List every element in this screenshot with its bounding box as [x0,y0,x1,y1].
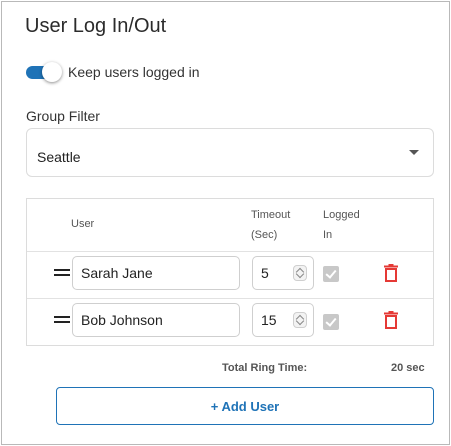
header-user: User [71,218,95,230]
header-logged-in-line2: In [323,229,333,241]
drag-handle-icon[interactable] [54,269,70,277]
users-table: User Timeout (Sec) Logged In Sarah Jane … [26,198,434,346]
timeout-value: 5 [261,265,269,281]
keep-logged-in-toggle[interactable] [26,62,62,82]
group-filter-label: Group Filter [26,108,100,124]
keep-logged-in-label: Keep users logged in [68,64,200,80]
user-login-panel: User Log In/Out Keep users logged in Gro… [1,1,450,445]
chevron-down-icon [409,150,419,155]
header-timeout: Timeout (Sec) [251,205,290,245]
add-user-button[interactable]: + Add User [56,387,434,425]
row-divider [27,251,433,252]
header-timeout-line2: (Sec) [251,229,278,241]
spinner-icon[interactable] [293,265,307,281]
logged-in-checkbox[interactable] [323,314,339,330]
total-ring-time-label: Total Ring Time: [222,362,308,374]
user-name-input[interactable]: Sarah Jane [72,256,240,290]
header-logged-in-line1: Logged [323,209,360,221]
timeout-input[interactable]: 15 [252,303,314,337]
timeout-input[interactable]: 5 [252,256,314,290]
group-filter-select[interactable]: Seattle [26,128,434,177]
timeout-value: 15 [261,312,277,328]
page-title: User Log In/Out [25,15,167,37]
toggle-knob [42,62,62,82]
header-timeout-line1: Timeout [251,209,291,221]
total-ring-time-value: 20 sec [391,362,425,374]
trash-icon[interactable] [383,311,399,329]
row-divider [27,298,433,299]
spinner-icon[interactable] [293,312,307,328]
group-filter-value: Seattle [37,149,81,165]
drag-handle-icon[interactable] [54,316,70,324]
user-name-input[interactable]: Bob Johnson [72,303,240,337]
logged-in-checkbox[interactable] [323,266,339,282]
header-logged-in: Logged In [323,205,360,245]
trash-icon[interactable] [383,264,399,282]
